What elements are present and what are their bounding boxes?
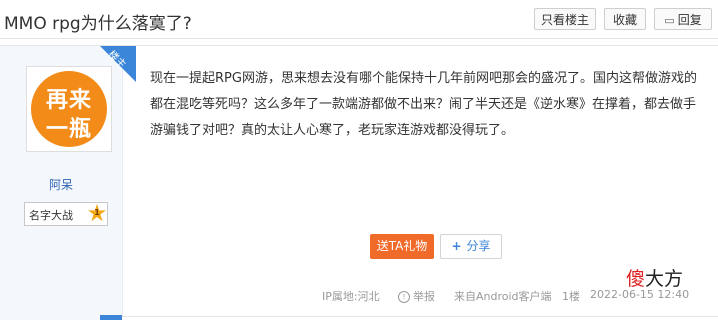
favorite-button[interactable]: 收藏 (604, 8, 646, 30)
avatar-text-top: 再来 (45, 88, 92, 113)
report-link[interactable]: ! 举报 (398, 288, 435, 304)
avatar-image: 再来 一瓶 (31, 71, 107, 147)
reply-label: 回复 (677, 13, 702, 27)
badge-level-star-icon: 1 (88, 204, 106, 222)
badge-name: 名字大战 (29, 209, 73, 222)
badge-level-number: 1 (94, 208, 100, 217)
client-source[interactable]: 来自Android客户端 (454, 288, 552, 304)
only-host-button[interactable]: 只看楼主 (534, 8, 596, 30)
ip-location: IP属地:河北 (322, 290, 380, 303)
post-content: 现在一提起RPG网游，思来想去没有哪个能保持十几年前网吧那会的盛况了。国内这帮做… (150, 71, 697, 138)
author-name[interactable]: 阿呆 (0, 176, 122, 193)
thread-header: MMO rpg为什么落寞了? 只看楼主 收藏 ▭ 回复 (0, 0, 718, 39)
send-gift-button[interactable]: 送TA礼物 (370, 234, 434, 259)
avatar[interactable]: 再来 一瓶 (26, 66, 112, 152)
report-label: 举报 (413, 290, 435, 303)
thread-title: MMO rpg为什么落寞了? (4, 14, 192, 34)
next-post-ribbon (100, 315, 122, 320)
avatar-text-bottom: 一瓶 (45, 117, 92, 142)
floor-number: 1楼 (562, 290, 580, 303)
comment-icon: ▭ (664, 14, 675, 27)
plus-icon: + (451, 239, 462, 253)
watermark: 傻大方 (626, 268, 684, 290)
post-floor-1: 楼主 再来 一瓶 阿呆 名字大战 1 现在一提起RPG网游，思来想去没有哪个能保… (0, 45, 718, 317)
reply-button[interactable]: ▭ 回复 (654, 8, 712, 30)
share-label: 分享 (466, 239, 491, 253)
report-icon: ! (398, 291, 410, 303)
share-button[interactable]: + 分享 (440, 234, 502, 259)
user-badge[interactable]: 名字大战 1 (24, 202, 108, 226)
